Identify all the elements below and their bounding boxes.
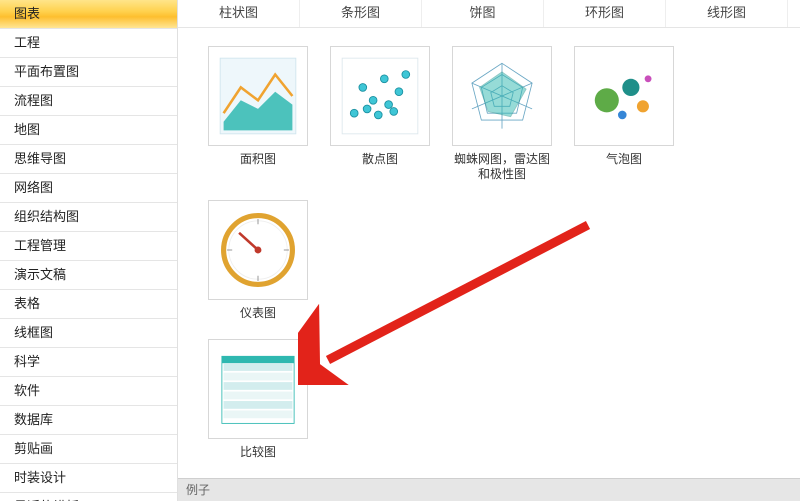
sidebar-item-8[interactable]: 工程管理 <box>0 232 177 261</box>
template-gauge[interactable]: 仪表图 <box>208 200 308 321</box>
template-grid: 面积图 散点图 蜘蛛网图，雷达图和极性图 气泡图 仪表图比较图 <box>178 28 800 478</box>
sidebar-item-1[interactable]: 工程 <box>0 29 177 58</box>
sidebar-item-0[interactable]: 图表 <box>0 0 177 29</box>
template-radar[interactable]: 蜘蛛网图，雷达图和极性图 <box>452 46 552 182</box>
tab-3[interactable]: 环形图 <box>544 0 666 27</box>
chart-type-tabs: 柱状图条形图饼图环形图线形图 <box>178 0 800 28</box>
template-label: 仪表图 <box>208 306 308 321</box>
category-sidebar: 图表工程平面布置图流程图地图思维导图网络图组织结构图工程管理演示文稿表格线框图科… <box>0 0 178 501</box>
template-label: 散点图 <box>330 152 430 167</box>
template-area[interactable]: 面积图 <box>208 46 308 182</box>
area-chart-icon <box>208 46 308 146</box>
template-bubble[interactable]: 气泡图 <box>574 46 674 182</box>
tab-4[interactable]: 线形图 <box>666 0 788 27</box>
template-label: 气泡图 <box>574 152 674 167</box>
sidebar-item-9[interactable]: 演示文稿 <box>0 261 177 290</box>
radar-chart-icon <box>452 46 552 146</box>
tab-1[interactable]: 条形图 <box>300 0 422 27</box>
sidebar-item-3[interactable]: 流程图 <box>0 87 177 116</box>
sidebar-item-17[interactable]: 最近的模板 <box>0 493 177 501</box>
sidebar-item-7[interactable]: 组织结构图 <box>0 203 177 232</box>
scatter-chart-icon <box>330 46 430 146</box>
sidebar-item-2[interactable]: 平面布置图 <box>0 58 177 87</box>
table-chart-icon <box>208 339 308 439</box>
sidebar-item-12[interactable]: 科学 <box>0 348 177 377</box>
template-label: 比较图 <box>208 445 308 460</box>
sidebar-item-11[interactable]: 线框图 <box>0 319 177 348</box>
template-table[interactable]: 比较图 <box>208 339 308 460</box>
sidebar-item-13[interactable]: 软件 <box>0 377 177 406</box>
sidebar-item-6[interactable]: 网络图 <box>0 174 177 203</box>
template-label: 蜘蛛网图，雷达图和极性图 <box>452 152 552 182</box>
gauge-chart-icon <box>208 200 308 300</box>
sidebar-item-16[interactable]: 时装设计 <box>0 464 177 493</box>
template-scatter[interactable]: 散点图 <box>330 46 430 182</box>
sidebar-item-14[interactable]: 数据库 <box>0 406 177 435</box>
main-panel: 柱状图条形图饼图环形图线形图 面积图 散点图 蜘蛛网图，雷达图和极性图 气泡图 <box>178 0 800 501</box>
tab-2[interactable]: 饼图 <box>422 0 544 27</box>
sidebar-item-10[interactable]: 表格 <box>0 290 177 319</box>
sidebar-item-4[interactable]: 地图 <box>0 116 177 145</box>
tab-0[interactable]: 柱状图 <box>178 0 300 27</box>
sidebar-item-15[interactable]: 剪贴画 <box>0 435 177 464</box>
template-label: 面积图 <box>208 152 308 167</box>
bubble-chart-icon <box>574 46 674 146</box>
examples-header: 例子 <box>178 478 800 501</box>
sidebar-item-5[interactable]: 思维导图 <box>0 145 177 174</box>
